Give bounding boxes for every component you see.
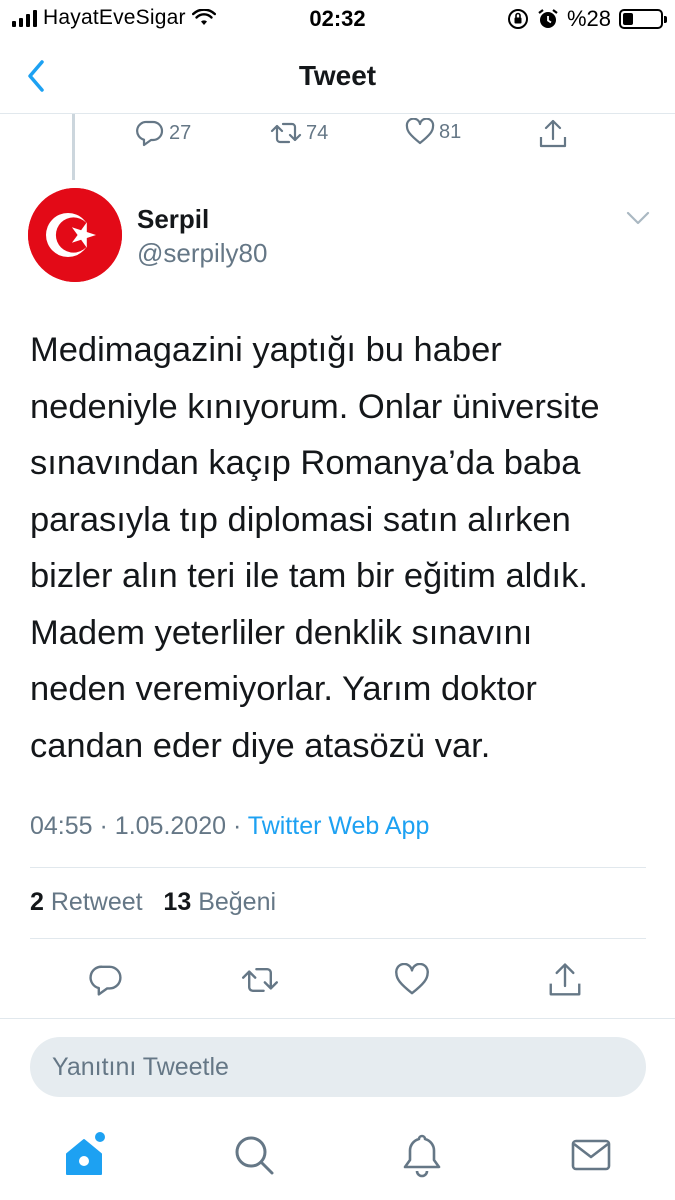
retweet-button[interactable]	[236, 956, 284, 1004]
prev-retweet-count: 74	[306, 121, 329, 144]
prev-retweet-button[interactable]: 74	[270, 118, 328, 148]
divider	[30, 938, 646, 939]
tab-bar	[0, 1112, 675, 1200]
tab-home[interactable]	[60, 1130, 110, 1180]
divider	[0, 1018, 675, 1019]
avatar[interactable]	[28, 188, 122, 282]
display-name[interactable]: Serpil	[137, 204, 209, 235]
turkish-flag-icon	[28, 188, 122, 282]
retweet-label: Retweet	[50, 888, 143, 916]
alarm-icon	[538, 9, 558, 28]
tweet-source-link[interactable]: Twitter Web App	[248, 812, 430, 840]
navigation-bar: Tweet	[0, 40, 675, 114]
tweet-text: Medimagazini yaptığı bu haber nedeniyle …	[30, 331, 600, 765]
prev-share-button[interactable]	[538, 118, 568, 150]
like-label: Beğeni	[198, 888, 277, 916]
tab-notifications[interactable]	[397, 1130, 447, 1180]
tweet-date: 1.05.2020	[114, 812, 227, 840]
like-button[interactable]	[388, 956, 436, 1004]
status-bar: HayatEveSigar 02:32 %28	[0, 0, 675, 40]
page-title: Tweet	[298, 60, 377, 91]
meta-separator: ·	[232, 812, 242, 840]
thread-connector-line	[72, 114, 75, 180]
heart-icon	[405, 118, 435, 145]
prev-like-button[interactable]: 81	[405, 118, 461, 146]
search-icon	[235, 1136, 274, 1175]
tab-messages[interactable]	[566, 1130, 616, 1180]
likes-stat[interactable]: 13 Beğeni	[163, 888, 276, 916]
share-icon	[549, 963, 581, 996]
share-button[interactable]	[541, 956, 589, 1004]
prev-reply-count: 27	[169, 121, 192, 144]
divider	[30, 867, 646, 868]
retweets-stat[interactable]: 2 Retweet	[30, 888, 143, 916]
notifications-icon	[403, 1134, 441, 1178]
home-icon	[66, 1132, 105, 1175]
messages-icon	[571, 1139, 611, 1171]
tweet-meta: 04:55 · 1.05.2020 · Twitter Web App	[30, 812, 429, 841]
reply-icon	[89, 965, 122, 996]
battery-icon	[619, 9, 667, 29]
meta-separator: ·	[99, 812, 108, 840]
battery-percent: %28	[566, 6, 611, 31]
reply-icon	[136, 120, 164, 147]
prev-like-count: 81	[439, 120, 462, 143]
heart-icon	[395, 963, 429, 995]
chevron-down-icon[interactable]	[624, 208, 652, 228]
retweet-count: 2	[30, 888, 44, 916]
tweet-stats: 2 Retweet 13 Beğeni	[30, 888, 276, 917]
tweet-time: 04:55	[30, 812, 93, 840]
like-count: 13	[163, 888, 192, 916]
user-handle[interactable]: @serpily80	[137, 238, 267, 269]
reply-button[interactable]	[82, 956, 130, 1004]
share-icon	[539, 119, 567, 148]
tab-search[interactable]	[229, 1130, 279, 1180]
orientation-lock-icon	[507, 9, 528, 29]
prev-reply-button[interactable]: 27	[135, 118, 191, 148]
tweet-action-bar	[0, 956, 675, 1004]
reply-input[interactable]: Yanıtını Tweetle	[30, 1037, 646, 1097]
retweet-icon	[242, 968, 278, 992]
retweet-icon	[270, 122, 302, 144]
